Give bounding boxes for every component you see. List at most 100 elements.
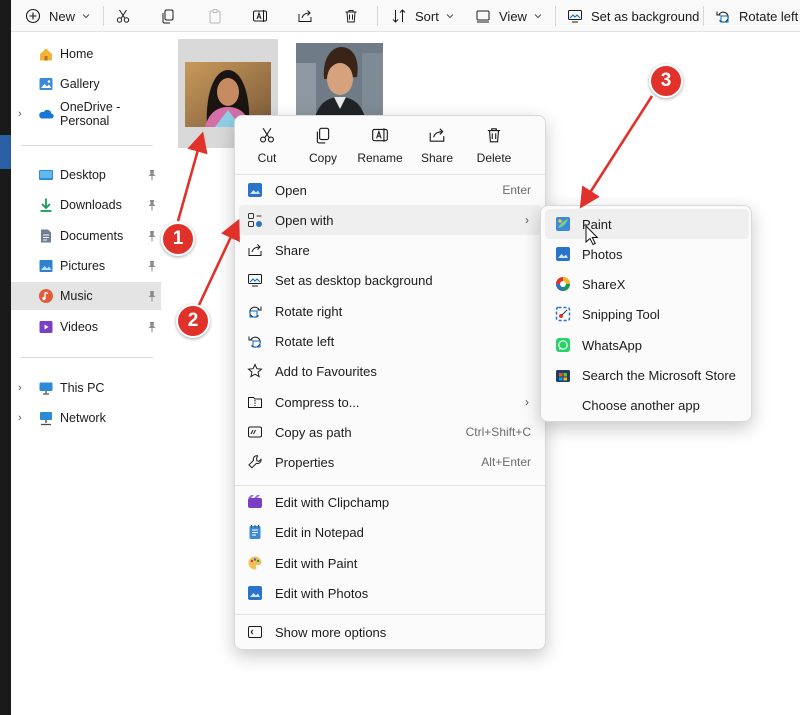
pin-icon[interactable] (147, 321, 157, 333)
menu-item-label: Open with (275, 212, 334, 228)
view-button[interactable]: View (474, 0, 542, 32)
menu-item-label: Share (275, 242, 310, 258)
nav-item-this-pc[interactable]: › This PC (11, 374, 161, 402)
menu-item-properties[interactable]: Properties Alt+Enter (235, 447, 545, 477)
quick-action-share[interactable]: Share (409, 124, 465, 172)
nav-item-pictures[interactable]: Pictures (11, 252, 161, 280)
quick-action-rename[interactable]: Rename (352, 124, 408, 172)
menu-item-compress-to[interactable]: Compress to... › (235, 387, 545, 417)
menu-item-shortcut: Ctrl+Shift+C (465, 425, 531, 439)
menu-item-share[interactable]: Share (235, 235, 545, 265)
paint-icon (556, 217, 570, 231)
paint-icon (248, 556, 262, 570)
network-icon (40, 412, 52, 426)
menu-item-rotate-left[interactable]: Rotate left (235, 326, 545, 356)
snipping-tool-icon (555, 306, 571, 322)
nav-item-gallery[interactable]: Gallery (11, 70, 161, 98)
clipchamp-icon (248, 495, 262, 508)
submenu-item-photos[interactable]: Photos (545, 239, 749, 269)
nav-item-label: Desktop (60, 168, 106, 182)
open-with-icon (248, 213, 262, 227)
expand-chevron-icon[interactable]: › (18, 412, 28, 424)
background-icon (566, 7, 584, 25)
menu-item-label: Edit in Notepad (275, 524, 364, 540)
paste-button[interactable] (206, 0, 224, 32)
menu-item-label: Edit with Clipchamp (275, 494, 390, 510)
submenu-item-label: ShareX (582, 276, 626, 292)
delete-button[interactable] (342, 0, 360, 32)
submenu-item-microsoft-store[interactable]: Search the Microsoft Store (545, 360, 749, 390)
menu-item-open-with[interactable]: Open with › (239, 205, 541, 235)
menu-separator (235, 614, 545, 615)
menu-item-edit-with-photos[interactable]: Edit with Photos (235, 578, 545, 608)
quick-action-label: Rename (357, 151, 403, 165)
nav-item-downloads[interactable]: Downloads (11, 191, 161, 219)
submenu-item-paint[interactable]: Paint (545, 209, 749, 239)
menu-item-label: Rotate right (275, 303, 343, 319)
nav-item-label: Pictures (60, 259, 106, 273)
videos-icon (39, 321, 53, 333)
portrait-thumbnail-man (296, 43, 383, 121)
nav-item-home[interactable]: Home (11, 40, 161, 68)
share-icon (296, 7, 314, 25)
nav-item-label: Videos (60, 320, 98, 334)
delete-icon (487, 128, 501, 143)
submenu-item-choose-another-app[interactable]: Choose another app (545, 390, 749, 420)
expand-chevron-icon[interactable]: › (18, 382, 28, 394)
menu-item-open[interactable]: Open Enter (235, 175, 545, 205)
share-button[interactable] (296, 0, 314, 32)
submenu-item-sharex[interactable]: ShareX (545, 269, 749, 299)
sort-button[interactable]: Sort (390, 0, 454, 32)
rotate-left-button[interactable]: Rotate left (714, 0, 798, 32)
nav-item-videos[interactable]: Videos (11, 313, 161, 341)
quick-action-delete[interactable]: Delete (466, 124, 522, 172)
quick-action-copy[interactable]: Copy (295, 124, 351, 172)
expand-chevron-icon[interactable]: › (18, 108, 28, 120)
copy-icon (159, 7, 177, 25)
new-button[interactable]: New (24, 0, 90, 32)
photos-icon (248, 586, 262, 600)
nav-item-documents[interactable]: Documents (11, 222, 161, 250)
toolbar-divider (555, 6, 556, 26)
taskbar-edge (0, 135, 11, 169)
menu-item-label: Compress to... (275, 394, 360, 410)
star-icon (247, 363, 263, 378)
nav-item-label: Gallery (60, 77, 100, 91)
open-icon (248, 183, 262, 197)
submenu-item-whatsapp[interactable]: WhatsApp (545, 330, 749, 360)
file-explorer-window: New Sort View Set as background Rotate l… (11, 0, 800, 715)
nav-item-desktop[interactable]: Desktop (11, 161, 161, 189)
view-icon (474, 7, 492, 25)
menu-item-label: Add to Favourites (275, 363, 377, 379)
copy-button[interactable] (159, 0, 177, 32)
submenu-item-snipping-tool[interactable]: Snipping Tool (545, 299, 749, 329)
onedrive-icon (39, 109, 54, 119)
pin-icon[interactable] (147, 290, 157, 302)
menu-item-edit-in-notepad[interactable]: Edit in Notepad (235, 517, 545, 547)
chevron-right-icon: › (525, 395, 529, 409)
nav-item-onedrive[interactable]: › OneDrive - Personal (11, 100, 161, 128)
menu-item-rotate-right[interactable]: Rotate right (235, 296, 545, 326)
menu-item-set-desktop-background[interactable]: Set as desktop background (235, 265, 545, 295)
menu-item-edit-with-clipchamp[interactable]: Edit with Clipchamp (235, 487, 545, 517)
rename-button[interactable] (251, 0, 269, 32)
menu-item-add-to-favourites[interactable]: Add to Favourites (235, 356, 545, 386)
pin-icon[interactable] (147, 230, 157, 242)
quick-action-cut[interactable]: Cut (239, 124, 295, 172)
desktop-icon (39, 170, 53, 180)
pin-icon[interactable] (147, 199, 157, 211)
cut-button[interactable] (114, 0, 132, 32)
nav-item-music[interactable]: Music (11, 282, 161, 310)
pin-icon[interactable] (147, 169, 157, 181)
set-as-background-button[interactable]: Set as background (566, 0, 699, 32)
nav-item-network[interactable]: › Network (11, 404, 161, 432)
menu-item-copy-as-path[interactable]: Copy as path Ctrl+Shift+C (235, 417, 545, 447)
menu-item-edit-with-paint[interactable]: Edit with Paint (235, 548, 545, 578)
file-item[interactable] (296, 43, 383, 121)
menu-item-label: Set as desktop background (275, 272, 433, 288)
menu-item-show-more-options[interactable]: Show more options (235, 617, 545, 647)
pin-icon[interactable] (147, 260, 157, 272)
menu-item-label: Open (275, 182, 307, 198)
home-icon (40, 48, 52, 61)
share-icon (248, 244, 262, 256)
